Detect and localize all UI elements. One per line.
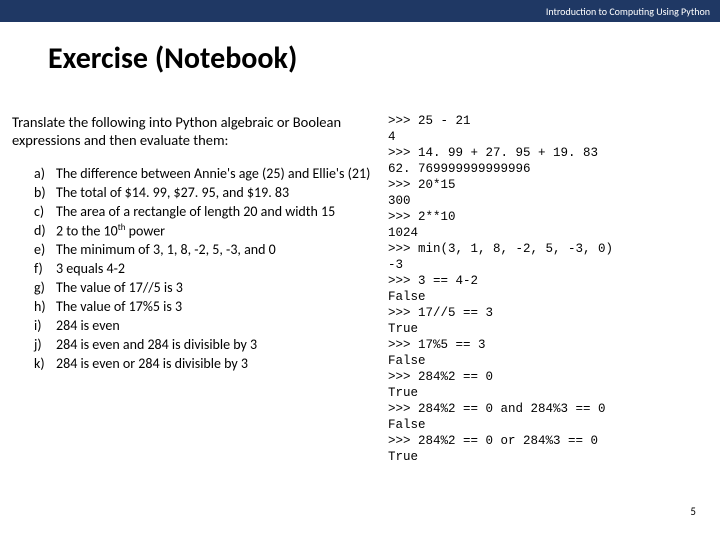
list-item: d)2 to the 10th power [12, 222, 380, 242]
item-text: 284 is even and 284 is divisible by 3 [56, 336, 257, 355]
page-title: Exercise (Notebook) [0, 22, 720, 85]
item-bullet: b) [34, 184, 56, 203]
item-text: The minimum of 3, 1, 8, -2, 5, -3, and 0 [56, 241, 276, 260]
item-text: 284 is even [56, 317, 120, 336]
right-column: >>> 25 - 21 4 >>> 14. 99 + 27. 95 + 19. … [380, 113, 720, 465]
item-bullet: a) [34, 165, 56, 184]
intro-text: Translate the following into Python alge… [12, 113, 380, 149]
item-text: The value of 17//5 is 3 [56, 279, 183, 298]
item-text: 284 is even or 284 is divisible by 3 [56, 355, 248, 374]
content-area: Translate the following into Python alge… [0, 85, 720, 465]
list-item: h)The value of 17%5 is 3 [12, 298, 380, 317]
item-text: The value of 17%5 is 3 [56, 298, 182, 317]
item-text: The area of a rectangle of length 20 and… [56, 203, 335, 222]
item-bullet: e) [34, 241, 56, 260]
item-list: a)The difference between Annie's age (25… [12, 165, 380, 373]
list-item: a)The difference between Annie's age (25… [12, 165, 380, 184]
left-column: Translate the following into Python alge… [0, 113, 380, 465]
item-text: The total of $14. 99, $27. 95, and $19. … [56, 184, 289, 203]
item-bullet: f) [34, 260, 56, 279]
slide-page: Introduction to Computing Using Python E… [0, 0, 720, 540]
item-bullet: i) [34, 317, 56, 336]
page-number: 5 [690, 505, 696, 518]
course-title: Introduction to Computing Using Python [546, 5, 710, 18]
list-item: c)The area of a rectangle of length 20 a… [12, 203, 380, 222]
item-text: The difference between Annie's age (25) … [56, 165, 370, 184]
item-bullet: h) [34, 298, 56, 317]
item-text: 2 to the 10th power [56, 222, 165, 242]
item-bullet: d) [34, 222, 56, 242]
list-item: j)284 is even and 284 is divisible by 3 [12, 336, 380, 355]
list-item: f)3 equals 4-2 [12, 260, 380, 279]
header-bar: Introduction to Computing Using Python [0, 0, 720, 22]
list-item: b)The total of $14. 99, $27. 95, and $19… [12, 184, 380, 203]
item-bullet: k) [34, 355, 56, 374]
item-bullet: j) [34, 336, 56, 355]
code-block: >>> 25 - 21 4 >>> 14. 99 + 27. 95 + 19. … [388, 113, 720, 465]
list-item: e)The minimum of 3, 1, 8, -2, 5, -3, and… [12, 241, 380, 260]
item-bullet: c) [34, 203, 56, 222]
list-item: g)The value of 17//5 is 3 [12, 279, 380, 298]
item-bullet: g) [34, 279, 56, 298]
item-text: 3 equals 4-2 [56, 260, 125, 279]
list-item: i)284 is even [12, 317, 380, 336]
list-item: k)284 is even or 284 is divisible by 3 [12, 355, 380, 374]
